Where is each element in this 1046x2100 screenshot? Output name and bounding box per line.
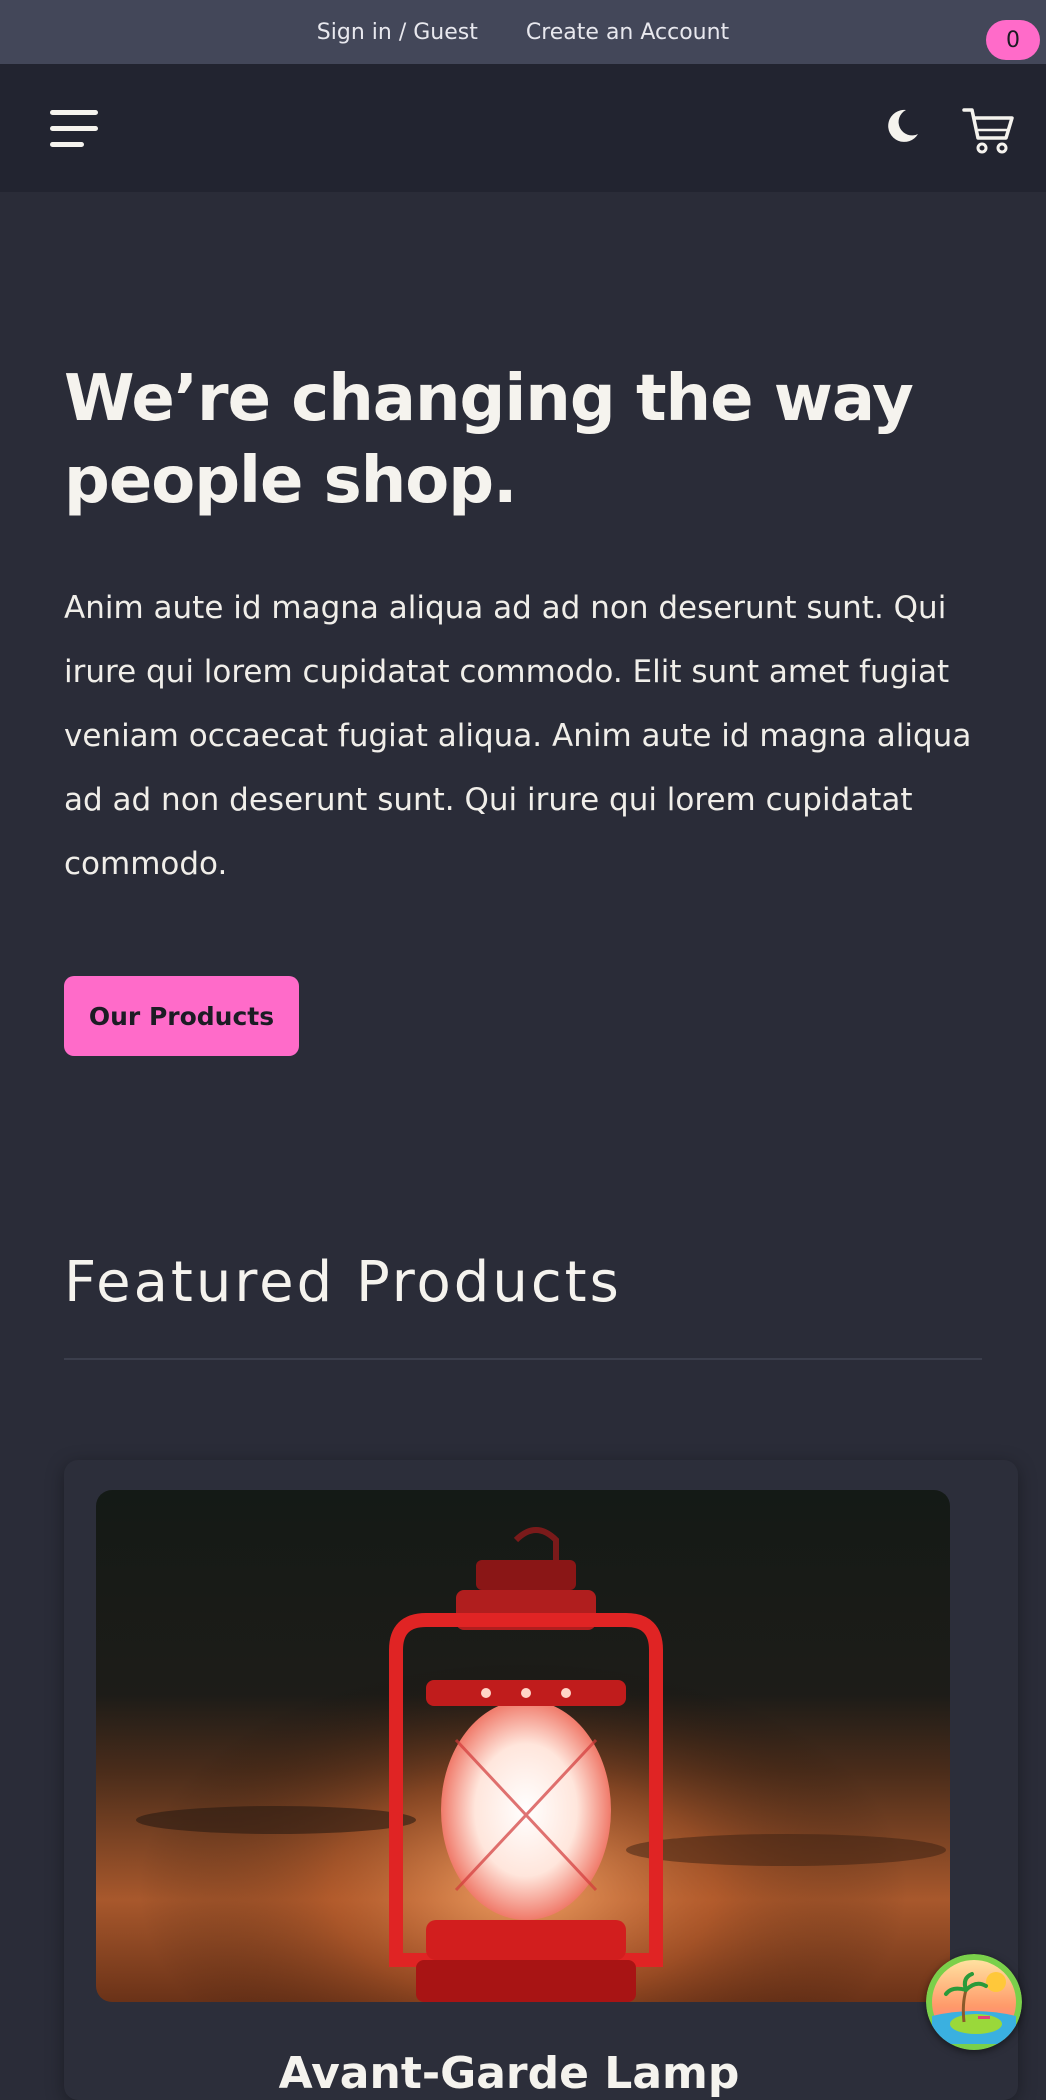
beach-island-icon[interactable] [926,1954,1022,2050]
product-image-lantern[interactable] [96,1490,950,2002]
featured-products-title: Featured Products [64,1250,622,1315]
hamburger-menu-icon[interactable] [50,108,98,148]
product-card[interactable]: Avant-Garde Lamp [64,1460,1018,2100]
create-account-link[interactable]: Create an Account [526,20,729,45]
hero-title: We’re changing the way people shop. [64,362,914,518]
moon-icon[interactable] [882,106,922,146]
navbar [0,64,1046,192]
top-bar: Sign in / Guest Create an Account [0,0,1046,64]
section-divider [64,1358,982,1360]
hero-description: Anim aute id magna aliqua ad ad non dese… [64,590,972,882]
shopping-cart-icon[interactable] [962,104,1014,156]
cart-count-badge: 0 [986,20,1040,60]
our-products-button[interactable]: Our Products [64,976,299,1056]
sign-in-link[interactable]: Sign in / Guest [317,20,478,45]
